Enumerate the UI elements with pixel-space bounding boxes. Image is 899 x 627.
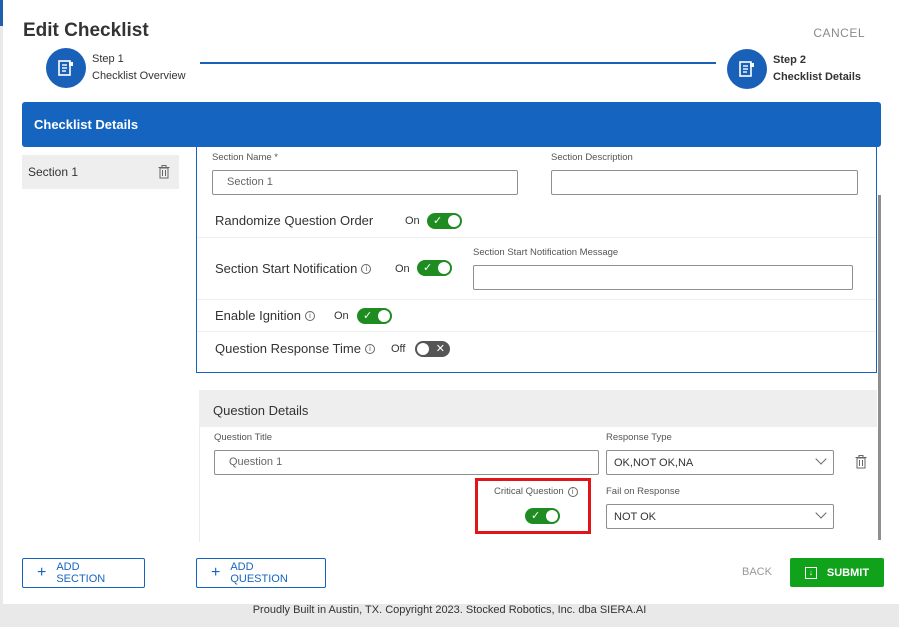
fail-on-response-value: NOT OK [614,511,656,523]
section-description-input[interactable] [551,170,858,195]
section-name-input[interactable]: Section 1 [212,170,518,195]
start-notification-row: Section Start Notification i On ✓ Sectio… [197,238,876,300]
start-notification-label: Section Start Notification [215,261,358,276]
question-title-label: Question Title [214,432,273,443]
page-title: Edit Checklist [23,20,149,41]
add-question-button[interactable]: + ADD QUESTION [196,558,326,588]
checklist-doc-icon [727,49,767,89]
plus-icon: + [211,564,221,581]
check-icon: ✓ [363,309,373,322]
question-title-input[interactable]: Question 1 [214,450,599,475]
ignition-label: Enable Ignition [215,308,302,323]
chevron-down-icon [815,453,827,465]
sidebar-item-section-1[interactable]: Section 1 [22,155,179,189]
check-icon: ✓ [423,261,433,274]
edit-checklist-dialog: Edit Checklist CANCEL Step 1 Checklist O… [3,0,899,604]
ignition-state: On [334,310,349,322]
add-section-button[interactable]: + ADD SECTION [22,558,145,588]
left-accent-bar [0,0,3,26]
randomize-toggle[interactable]: ✓ [427,213,462,229]
response-time-state: Off [391,343,406,355]
info-icon: i [361,263,372,274]
start-notification-toggle[interactable]: ✓ [417,260,452,276]
stepper-connector [200,62,716,64]
response-type-select[interactable]: OK,NOT OK,NA [606,450,834,475]
submit-icon: ↓ [804,566,817,579]
fail-on-response-label: Fail on Response [606,486,680,497]
section-name-label: Section Name * [212,152,279,163]
section-description-label: Section Description [551,152,633,163]
response-type-label: Response Type [606,432,672,443]
response-time-toggle[interactable]: ✕ [415,341,450,357]
step-1-number: Step 1 [92,53,124,65]
back-button[interactable]: BACK [742,566,772,578]
trash-icon[interactable] [157,164,171,180]
cancel-button[interactable]: CANCEL [813,26,865,40]
trash-icon[interactable] [854,454,868,470]
checklist-doc-icon [46,48,86,88]
chevron-down-icon [815,507,827,519]
section-settings-panel: Section Name * Section 1 Section Descrip… [196,147,877,373]
close-icon: ✕ [435,342,445,355]
scrollbar[interactable] [878,195,881,540]
info-icon: i [305,310,316,321]
start-notification-state: On [395,263,410,275]
footer-text: Proudly Built in Austin, TX. Copyright 2… [252,604,647,616]
checklist-details-banner: Checklist Details [22,102,881,147]
notification-message-input[interactable] [473,265,853,290]
ignition-toggle[interactable]: ✓ [357,308,392,324]
ignition-row: Enable Ignition i On ✓ [197,300,876,332]
section-label: Section 1 [28,165,79,179]
step-2-name: Checklist Details [773,71,862,83]
step-2-number: Step 2 [773,54,807,66]
submit-button[interactable]: ↓ SUBMIT [790,558,884,587]
check-icon: ✓ [433,214,443,227]
step-1-name: Checklist Overview [92,70,186,82]
question-details-header: Question Details [199,390,877,427]
response-time-row: Question Response Time i Off ✕ [197,332,876,372]
randomize-label: Randomize Question Order [215,213,374,228]
notification-message-label: Section Start Notification Message [473,247,619,258]
response-type-value: OK,NOT OK,NA [614,457,694,469]
info-icon: i [364,343,375,354]
step-1[interactable]: Step 1 Checklist Overview [46,48,186,88]
step-2[interactable]: Step 2 Checklist Details [727,49,861,89]
randomize-state: On [405,215,420,227]
randomize-row: Randomize Question Order On ✓ [197,202,876,238]
critical-question-highlight [475,478,591,534]
fail-on-response-select[interactable]: NOT OK [606,504,834,529]
response-time-label: Question Response Time [215,341,361,356]
plus-icon: + [37,564,47,581]
